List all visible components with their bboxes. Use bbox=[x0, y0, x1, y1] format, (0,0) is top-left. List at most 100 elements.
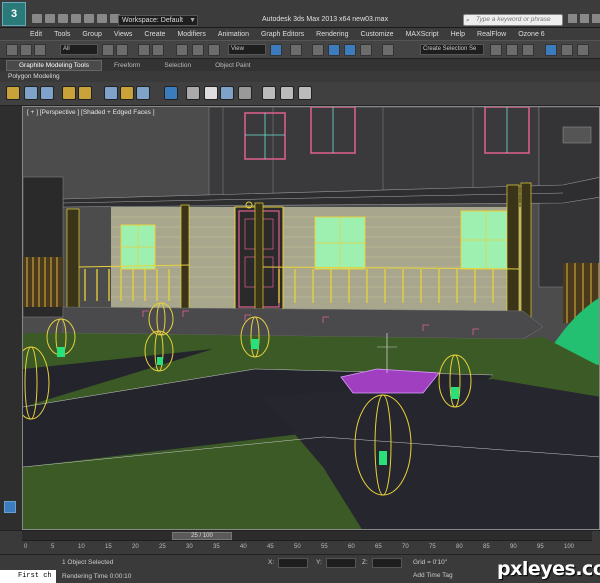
time-slider[interactable]: 25 / 100 bbox=[22, 531, 592, 541]
ribbon-tabs: Graphite Modeling Tools Freeform Selecti… bbox=[0, 59, 600, 71]
x-coordinate-field[interactable] bbox=[278, 558, 308, 568]
modify-panel-icon[interactable] bbox=[164, 86, 178, 100]
menu-maxscript[interactable]: MAXScript bbox=[406, 31, 439, 38]
menu-create[interactable]: Create bbox=[144, 31, 165, 38]
y-coordinate-field[interactable] bbox=[326, 558, 356, 568]
tick-label: 85 bbox=[483, 544, 490, 550]
select-by-name-icon[interactable] bbox=[116, 44, 128, 56]
named-selection-dropdown[interactable]: Create Selection Se bbox=[420, 44, 484, 55]
align-icon[interactable] bbox=[506, 44, 518, 56]
menu-tools[interactable]: Tools bbox=[54, 31, 70, 38]
tick-label: 60 bbox=[348, 544, 355, 550]
maxscript-listener-input[interactable]: First ch bbox=[0, 570, 56, 583]
select-manipulate-icon[interactable] bbox=[290, 44, 302, 56]
menu-customize[interactable]: Customize bbox=[360, 31, 393, 38]
percent-snap-icon[interactable] bbox=[344, 44, 356, 56]
sphere-icon[interactable] bbox=[186, 86, 200, 100]
render-setup-icon[interactable] bbox=[577, 44, 589, 56]
menu-bar: Edit Tools Group Views Create Modifiers … bbox=[0, 28, 600, 40]
reference-coordinate-dropdown[interactable]: View bbox=[228, 44, 266, 55]
graphite-toggle-icon[interactable] bbox=[545, 44, 557, 56]
angle-snap-icon[interactable] bbox=[328, 44, 340, 56]
help-icon[interactable] bbox=[592, 14, 600, 23]
main-toolbar: All View Create Selection Se bbox=[0, 40, 600, 59]
tab-selection[interactable]: Selection bbox=[152, 61, 203, 70]
tick-label: 30 bbox=[186, 544, 193, 550]
tab-freeform[interactable]: Freeform bbox=[102, 61, 152, 70]
perspective-viewport[interactable]: [ + ] [Perspective ] [Shaded + Edged Fac… bbox=[22, 106, 600, 530]
curve-editor-icon[interactable] bbox=[561, 44, 573, 56]
workspace-value: Workspace: Default bbox=[122, 17, 183, 24]
polygon-modeling-icon[interactable] bbox=[6, 86, 20, 100]
cut-icon[interactable] bbox=[136, 86, 150, 100]
menu-rendering[interactable]: Rendering bbox=[316, 31, 348, 38]
open-file-icon[interactable] bbox=[45, 14, 55, 23]
menu-animation[interactable]: Animation bbox=[218, 31, 249, 38]
swift-loop-icon[interactable] bbox=[120, 86, 134, 100]
border-mode-icon[interactable] bbox=[62, 86, 76, 100]
viewport-label[interactable]: [ + ] [Perspective ] [Shaded + Edged Fac… bbox=[27, 109, 155, 116]
scale-icon[interactable] bbox=[208, 44, 220, 56]
edit-named-selection-icon[interactable] bbox=[382, 44, 394, 56]
menu-edit[interactable]: Edit bbox=[30, 31, 42, 38]
tab-object-paint[interactable]: Object Paint bbox=[203, 61, 262, 70]
viewport-layout-icon[interactable] bbox=[4, 501, 16, 513]
link-icon[interactable] bbox=[6, 44, 18, 56]
spinner-snap-icon[interactable] bbox=[360, 44, 372, 56]
redo-icon[interactable] bbox=[84, 14, 94, 23]
quick-access-toolbar bbox=[32, 14, 120, 23]
layer-manager-icon[interactable] bbox=[522, 44, 534, 56]
track-bar[interactable]: 0 5 10 15 20 25 30 35 40 45 50 55 60 65 … bbox=[22, 541, 592, 555]
ribbon-toolbar bbox=[0, 82, 600, 106]
rectangular-selection-icon[interactable] bbox=[138, 44, 150, 56]
chevron-down-icon: ▼ bbox=[189, 17, 196, 24]
tick-label: 75 bbox=[429, 544, 436, 550]
rotate-icon[interactable] bbox=[192, 44, 204, 56]
edge-mode-icon[interactable] bbox=[40, 86, 54, 100]
scene-render bbox=[23, 107, 599, 529]
add-time-tag-button[interactable]: Add Time Tag bbox=[413, 572, 453, 579]
snaps-toggle-icon[interactable] bbox=[312, 44, 324, 56]
menu-ozone[interactable]: Ozone 6 bbox=[518, 31, 544, 38]
favorites-icon[interactable] bbox=[580, 14, 589, 23]
time-slider-thumb[interactable]: 25 / 100 bbox=[172, 532, 232, 540]
workspace-dropdown[interactable]: Workspace: Default ▼ bbox=[118, 15, 198, 26]
motion-icon[interactable] bbox=[238, 86, 252, 100]
pivot-center-icon[interactable] bbox=[270, 44, 282, 56]
window-crossing-icon[interactable] bbox=[152, 44, 164, 56]
selection-filter-dropdown[interactable]: All bbox=[60, 44, 98, 55]
save-icon[interactable] bbox=[58, 14, 68, 23]
render-frame-icon[interactable] bbox=[262, 86, 276, 100]
mirror-icon[interactable] bbox=[490, 44, 502, 56]
tick-label: 25 bbox=[159, 544, 166, 550]
communication-icon[interactable] bbox=[568, 14, 577, 23]
shirt-icon[interactable] bbox=[204, 86, 218, 100]
title-bar: 3 Workspace: Default ▼ Autodesk 3ds Max … bbox=[0, 0, 600, 28]
hierarchy-icon[interactable] bbox=[220, 86, 234, 100]
z-coordinate-field[interactable] bbox=[372, 558, 402, 568]
unlink-icon[interactable] bbox=[20, 44, 32, 56]
select-object-icon[interactable] bbox=[102, 44, 114, 56]
app-logo[interactable]: 3 bbox=[2, 2, 26, 26]
move-icon[interactable] bbox=[176, 44, 188, 56]
menu-graph-editors[interactable]: Graph Editors bbox=[261, 31, 304, 38]
tick-label: 70 bbox=[402, 544, 409, 550]
infocenter-icons bbox=[568, 14, 600, 23]
polygon-mode-icon[interactable] bbox=[78, 86, 92, 100]
bind-spacewarp-icon[interactable] bbox=[34, 44, 46, 56]
render-icon[interactable] bbox=[280, 86, 294, 100]
search-input[interactable]: ⌕ Type a keyword or phrase bbox=[463, 14, 563, 26]
menu-views[interactable]: Views bbox=[114, 31, 133, 38]
new-file-icon[interactable] bbox=[32, 14, 42, 23]
menu-group[interactable]: Group bbox=[82, 31, 101, 38]
undo-icon[interactable] bbox=[71, 14, 81, 23]
menu-help[interactable]: Help bbox=[451, 31, 465, 38]
ribbon-panel-label[interactable]: Polygon Modeling bbox=[0, 71, 600, 82]
active-shade-icon[interactable] bbox=[298, 86, 312, 100]
element-mode-icon[interactable] bbox=[104, 86, 118, 100]
hold-icon[interactable] bbox=[97, 14, 107, 23]
menu-modifiers[interactable]: Modifiers bbox=[177, 31, 205, 38]
menu-realflow[interactable]: RealFlow bbox=[477, 31, 506, 38]
tab-graphite-modeling-tools[interactable]: Graphite Modeling Tools bbox=[6, 59, 102, 71]
edit-poly-icon[interactable] bbox=[24, 86, 38, 100]
